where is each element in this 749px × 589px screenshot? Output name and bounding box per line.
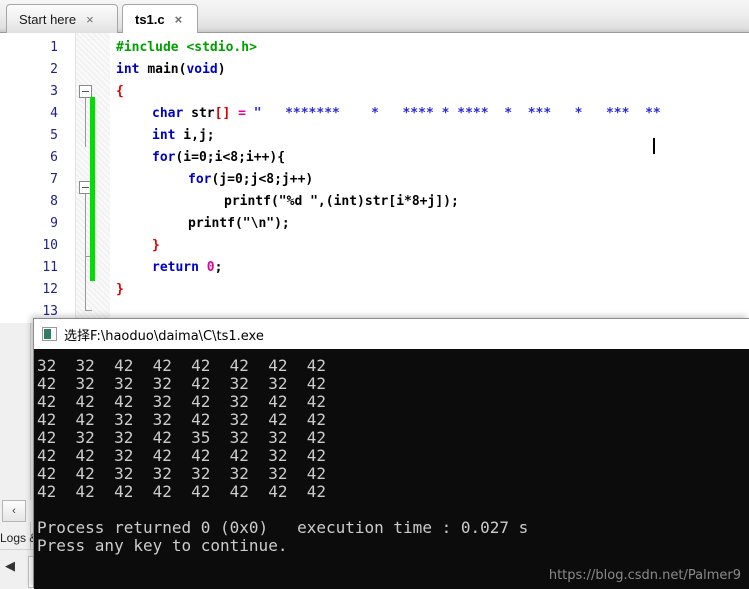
console-window[interactable]: 选择F:\haoduo\daima\C\ts1.exe 32 32 42 42 … <box>33 318 749 589</box>
console-row: 42 42 42 32 42 32 42 42 <box>37 392 326 411</box>
change-marker-bar <box>90 97 95 281</box>
console-row: 42 42 32 42 42 42 32 42 <box>37 446 326 465</box>
line-number: 12 <box>42 282 58 297</box>
collapse-arrow-icon[interactable]: ◀ <box>5 558 15 574</box>
console-row: 42 32 32 42 35 32 32 42 <box>37 428 326 447</box>
line-number: 2 <box>50 62 58 77</box>
console-row: 42 32 32 32 42 32 32 42 <box>37 374 326 393</box>
code-token-brace: } <box>116 282 124 297</box>
console-process-line: Process returned 0 (0x0) execution time … <box>37 518 529 537</box>
line-number: 4 <box>50 106 58 121</box>
code-line-1: #include <stdio.h> <box>116 37 257 59</box>
fold-guide-line <box>85 256 86 310</box>
code-token-semicolon: ; <box>214 260 223 275</box>
tab-ts1-c[interactable]: ts1.c × <box>122 4 198 33</box>
console-title-text: 选择F:\haoduo\daima\C\ts1.exe <box>64 328 264 344</box>
code-token-identifier: i,j; <box>175 128 215 143</box>
code-line-5: int i,j; <box>152 125 215 147</box>
code-line-9: printf("\n"); <box>188 213 290 235</box>
console-output-area[interactable]: 32 32 42 42 42 42 42 42 42 32 32 32 42 3… <box>34 349 749 589</box>
console-row: 42 42 42 42 42 42 42 42 <box>37 482 326 501</box>
line-number-gutter: 1 2 3 4 5 6 7 8 9 10 11 12 13 <box>0 33 76 323</box>
code-token-expression: ("%d ",(int)str[i*8+j]); <box>270 194 459 209</box>
code-token-keyword: int <box>152 128 176 143</box>
code-token-keyword: char <box>152 106 184 121</box>
line-number: 9 <box>50 216 58 231</box>
code-token-brace: } <box>152 238 160 253</box>
line-number: 7 <box>50 172 58 187</box>
code-token-brace: { <box>116 84 124 99</box>
code-line-2: int main(void) <box>116 59 226 81</box>
line-number: 5 <box>50 128 58 143</box>
code-token-keyword: int <box>116 62 140 77</box>
code-token-function: main <box>147 62 179 77</box>
code-token-identifier: str <box>183 106 215 121</box>
source-editor[interactable]: 1 2 3 4 5 6 7 8 9 10 11 12 13 #include <… <box>0 33 749 323</box>
code-token-string-stars: ******* * **** * **** * *** * *** ** <box>261 106 661 121</box>
console-row: 42 42 32 32 42 32 42 42 <box>37 410 326 429</box>
console-row: 32 32 42 42 42 42 42 42 <box>37 356 326 375</box>
editor-tab-bar: Start here × ts1.c × <box>0 0 749 33</box>
code-line-8: printf("%d ",(int)str[i*8+j]); <box>224 191 459 213</box>
code-token-keyword: for <box>188 172 212 187</box>
line-number: 8 <box>50 194 58 209</box>
code-token-expression: (i=0;i<8;i++){ <box>175 150 286 165</box>
code-token-quote: " <box>253 106 262 121</box>
code-token-keyword: for <box>152 150 176 165</box>
close-icon[interactable]: × <box>175 13 183 26</box>
code-line-4: char str[] = " ******* * **** * **** * *… <box>152 103 661 125</box>
tab-ts1-c-label: ts1.c <box>135 11 165 27</box>
code-token-expression: (j=0;j<8;j++) <box>211 172 314 187</box>
fold-guide-line <box>85 194 86 256</box>
line-number: 11 <box>42 260 58 275</box>
code-line-3: { <box>116 81 124 103</box>
tab-start-here-label: Start here <box>19 11 77 27</box>
fold-guide-line <box>85 98 86 147</box>
code-token-paren: ) <box>217 62 226 77</box>
code-token-function: printf <box>188 216 235 231</box>
line-number: 1 <box>50 40 58 55</box>
text-caret <box>653 138 655 154</box>
watermark-text: https://blog.csdn.net/Palmer9 <box>548 568 741 583</box>
code-line-7: for(j=0;j<8;j++) <box>188 169 313 191</box>
code-line-6: for(i=0;i<8;i++){ <box>152 147 285 169</box>
scroll-left-button[interactable]: ‹ <box>2 500 26 522</box>
line-number: 6 <box>50 150 58 165</box>
tab-start-here[interactable]: Start here × <box>6 4 118 33</box>
console-row: 42 42 32 32 32 32 32 42 <box>37 464 326 483</box>
code-token-keyword: return <box>152 260 199 275</box>
code-token-function: printf <box>224 194 271 209</box>
code-token-preprocessor: #include <box>116 40 179 55</box>
code-token-keyword: void <box>186 62 218 77</box>
code-line-12: } <box>116 279 124 301</box>
console-title-bar[interactable]: 选择F:\haoduo\daima\C\ts1.exe <box>34 319 749 349</box>
line-number: 3 <box>50 84 58 99</box>
close-icon[interactable]: × <box>86 13 94 26</box>
code-token-expression: ("\n"); <box>234 216 290 231</box>
console-window-icon <box>42 327 57 341</box>
line-number: 10 <box>42 238 58 253</box>
code-token-operator: = <box>230 106 254 121</box>
console-prompt-line: Press any key to continue. <box>37 536 288 555</box>
code-token-number: 0 <box>198 260 215 275</box>
code-line-11: return 0; <box>152 257 222 279</box>
code-token-bracket: [] <box>214 106 231 121</box>
ide-window: Start here × ts1.c × 1 2 3 4 5 6 7 8 9 1… <box>0 0 749 589</box>
code-token-header: <stdio.h> <box>186 40 257 55</box>
code-line-10: } <box>152 235 160 257</box>
fold-end-tick <box>85 310 92 311</box>
